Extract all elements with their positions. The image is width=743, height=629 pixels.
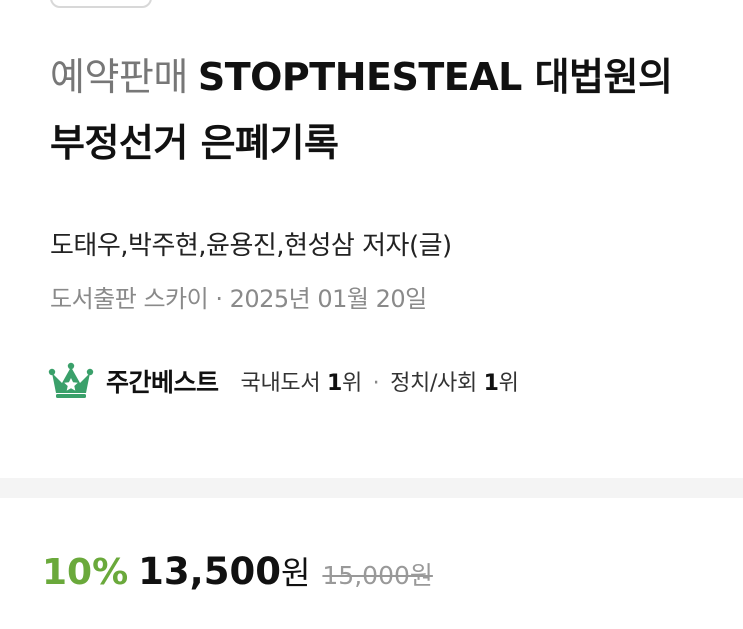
rank2-value: 1	[483, 371, 499, 396]
book-title: 예약판매 STOPTHESTEAL 대법원의 부정선거 은폐기록	[50, 44, 690, 176]
crown-icon	[48, 361, 94, 401]
bestseller-label: 주간베스트	[106, 368, 219, 397]
sale-price-unit: 원	[280, 554, 311, 592]
price-row: 10% 13,500원 15,000원	[42, 548, 433, 598]
rank1-category: 국내도서	[240, 371, 321, 396]
discount-rate: 10%	[42, 552, 129, 593]
publisher-date: 도서출판 스카이 · 2025년 01월 20일	[50, 285, 427, 313]
sale-price: 13,500원	[138, 548, 310, 594]
bestseller-badge[interactable]: 주간베스트 국내도서 1위 · 정치/사회 1위	[48, 360, 519, 402]
rank1-value: 1	[326, 371, 342, 396]
rank2-category: 정치/사회	[390, 371, 477, 396]
top-chip-button[interactable]	[50, 0, 152, 8]
section-divider	[0, 478, 743, 498]
bestseller-rank: 국내도서 1위 · 정치/사회 1위	[241, 365, 519, 397]
rank1-unit: 위	[342, 371, 362, 396]
rank2-unit: 위	[498, 371, 519, 396]
book-authors[interactable]: 도태우,박주현,윤용진,현성삼 저자(글)	[50, 228, 452, 264]
sale-price-value: 13,500	[138, 550, 281, 593]
presale-tag: 예약판매	[50, 55, 188, 99]
original-price: 15,000원	[322, 561, 433, 590]
rank-separator: ·	[372, 371, 380, 396]
